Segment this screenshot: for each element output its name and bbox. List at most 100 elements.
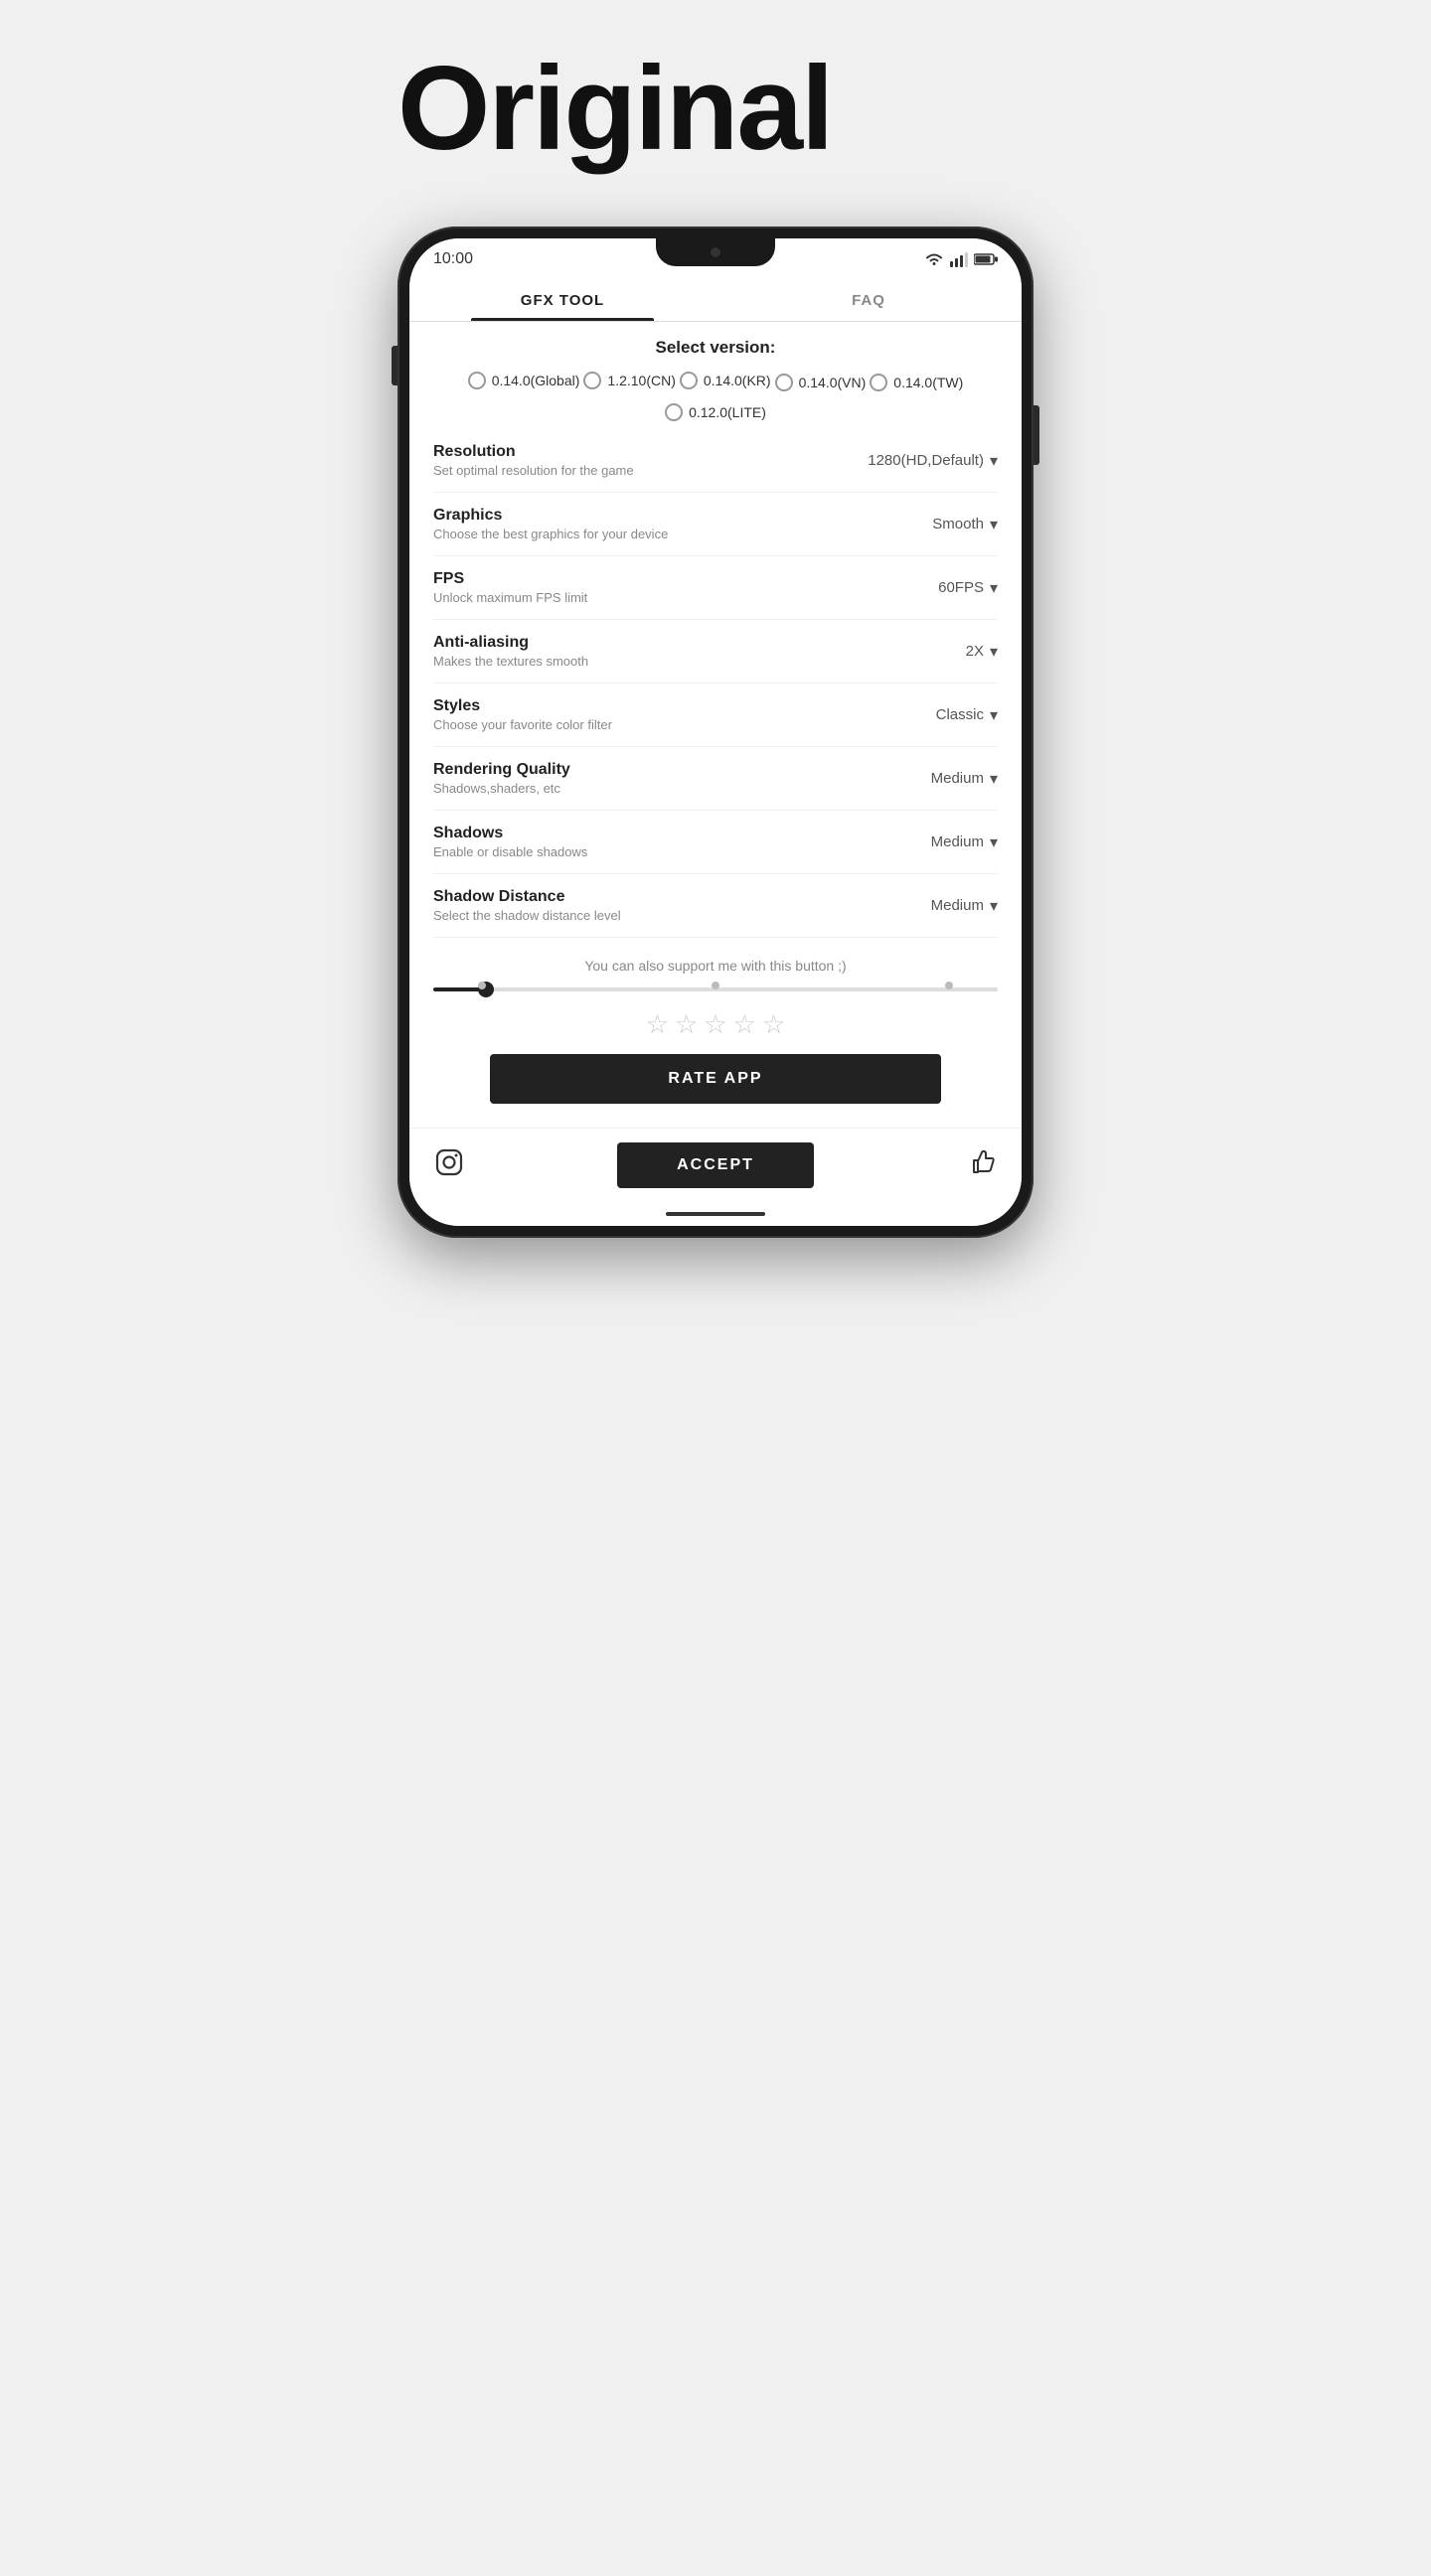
fps-dropdown[interactable]: 60FPS ▾ xyxy=(938,578,998,598)
star-rating[interactable]: ☆ ☆ ☆ ☆ ☆ xyxy=(433,1009,998,1040)
setting-label-shadows: Shadows xyxy=(433,825,931,842)
styles-value: Classic xyxy=(936,706,984,723)
phone-frame: 10:00 xyxy=(398,227,1034,1238)
setting-desc-shadow-distance: Select the shadow distance level xyxy=(433,908,931,923)
setting-label-styles: Styles xyxy=(433,697,936,715)
star-2[interactable]: ☆ xyxy=(675,1009,698,1040)
slider-dot-4 xyxy=(945,982,953,989)
bottom-bar: ACCEPT xyxy=(409,1128,1022,1202)
tab-gfx-tool[interactable]: GFX TOOL xyxy=(409,276,716,321)
shadow-distance-value: Medium xyxy=(931,897,984,914)
page-title: Original xyxy=(398,40,1034,177)
styles-dropdown[interactable]: Classic ▾ xyxy=(936,705,998,725)
version-label-vn: 0.14.0(VN) xyxy=(799,375,867,390)
radio-global[interactable] xyxy=(468,372,486,389)
camera-icon xyxy=(711,247,720,257)
support-section: You can also support me with this button… xyxy=(433,938,998,1128)
antialiasing-arrow-icon: ▾ xyxy=(990,642,998,662)
setting-desc-graphics: Choose the best graphics for your device xyxy=(433,527,932,541)
setting-label-rendering-quality: Rendering Quality xyxy=(433,761,931,779)
radio-lite[interactable] xyxy=(665,403,683,421)
antialiasing-value: 2X xyxy=(966,643,984,660)
version-option-global[interactable]: 0.14.0(Global) xyxy=(468,370,580,391)
status-time: 10:00 xyxy=(433,250,473,268)
signal-icon xyxy=(950,251,968,267)
radio-cn[interactable] xyxy=(583,372,601,389)
setting-antialiasing: Anti-aliasing Makes the textures smooth … xyxy=(433,620,998,683)
support-text: You can also support me with this button… xyxy=(433,958,998,974)
setting-desc-rendering-quality: Shadows,shaders, etc xyxy=(433,781,931,796)
slider-dot-2 xyxy=(478,982,486,989)
version-label-lite: 0.12.0(LITE) xyxy=(689,404,766,420)
graphics-arrow-icon: ▾ xyxy=(990,515,998,534)
rate-app-button[interactable]: RATE APP xyxy=(490,1054,941,1104)
wifi-icon xyxy=(924,251,944,267)
setting-label-graphics: Graphics xyxy=(433,507,932,525)
page-container: Original 10:00 xyxy=(398,0,1034,1238)
battery-icon xyxy=(974,252,998,266)
resolution-value: 1280(HD,Default) xyxy=(868,452,984,469)
setting-shadow-distance: Shadow Distance Select the shadow distan… xyxy=(433,874,998,938)
antialiasing-dropdown[interactable]: 2X ▾ xyxy=(966,642,998,662)
version-options: 0.14.0(Global) 1.2.10(CN) 0.14.0(KR) xyxy=(433,370,998,421)
shadow-distance-dropdown[interactable]: Medium ▾ xyxy=(931,896,998,916)
side-button-left xyxy=(392,346,398,385)
shadows-dropdown[interactable]: Medium ▾ xyxy=(931,833,998,852)
rendering-quality-arrow-icon: ▾ xyxy=(990,769,998,789)
setting-desc-antialiasing: Makes the textures smooth xyxy=(433,654,966,669)
support-slider[interactable] xyxy=(433,987,998,991)
version-label-tw: 0.14.0(TW) xyxy=(893,375,963,390)
version-option-lite[interactable]: 0.12.0(LITE) xyxy=(665,403,766,421)
version-option-vn[interactable]: 0.14.0(VN) xyxy=(775,374,867,391)
instagram-icon[interactable] xyxy=(433,1146,465,1185)
resolution-dropdown[interactable]: 1280(HD,Default) ▾ xyxy=(868,451,998,471)
radio-kr[interactable] xyxy=(680,372,698,389)
version-option-kr[interactable]: 0.14.0(KR) xyxy=(680,370,771,391)
star-1[interactable]: ☆ xyxy=(646,1009,669,1040)
fps-value: 60FPS xyxy=(938,579,984,596)
status-icons xyxy=(924,251,998,267)
graphics-dropdown[interactable]: Smooth ▾ xyxy=(932,515,998,534)
setting-desc-resolution: Set optimal resolution for the game xyxy=(433,463,868,478)
setting-rendering-quality: Rendering Quality Shadows,shaders, etc M… xyxy=(433,747,998,811)
graphics-value: Smooth xyxy=(932,516,984,532)
setting-desc-shadows: Enable or disable shadows xyxy=(433,844,931,859)
radio-tw[interactable] xyxy=(870,374,887,391)
resolution-arrow-icon: ▾ xyxy=(990,451,998,471)
setting-label-resolution: Resolution xyxy=(433,443,868,461)
phone-screen: 10:00 xyxy=(409,238,1022,1226)
main-content: Select version: 0.14.0(Global) 1.2.10(CN… xyxy=(409,322,1022,1128)
home-bar xyxy=(666,1212,765,1216)
home-indicator xyxy=(409,1202,1022,1226)
setting-resolution: Resolution Set optimal resolution for th… xyxy=(433,429,998,493)
select-version-title: Select version: xyxy=(433,338,998,358)
slider-dots xyxy=(433,984,998,989)
slider-dot-3 xyxy=(712,982,719,989)
side-button-right xyxy=(1034,405,1039,465)
version-option-tw[interactable]: 0.14.0(TW) xyxy=(870,374,963,391)
setting-desc-styles: Choose your favorite color filter xyxy=(433,717,936,732)
shadows-arrow-icon: ▾ xyxy=(990,833,998,852)
rendering-quality-value: Medium xyxy=(931,770,984,787)
tab-faq[interactable]: FAQ xyxy=(716,276,1022,321)
setting-styles: Styles Choose your favorite color filter… xyxy=(433,683,998,747)
setting-fps: FPS Unlock maximum FPS limit 60FPS ▾ xyxy=(433,556,998,620)
tab-bar: GFX TOOL FAQ xyxy=(409,276,1022,322)
version-option-cn[interactable]: 1.2.10(CN) xyxy=(583,370,675,391)
setting-shadows: Shadows Enable or disable shadows Medium… xyxy=(433,811,998,874)
star-4[interactable]: ☆ xyxy=(733,1009,756,1040)
version-label-kr: 0.14.0(KR) xyxy=(704,373,771,388)
accept-button[interactable]: ACCEPT xyxy=(617,1142,814,1188)
fps-arrow-icon: ▾ xyxy=(990,578,998,598)
star-3[interactable]: ☆ xyxy=(704,1009,726,1040)
thumbsup-icon[interactable] xyxy=(966,1146,998,1185)
shadow-distance-arrow-icon: ▾ xyxy=(990,896,998,916)
radio-vn[interactable] xyxy=(775,374,793,391)
rendering-quality-dropdown[interactable]: Medium ▾ xyxy=(931,769,998,789)
setting-label-antialiasing: Anti-aliasing xyxy=(433,634,966,652)
styles-arrow-icon: ▾ xyxy=(990,705,998,725)
version-label-global: 0.14.0(Global) xyxy=(492,373,580,388)
version-label-cn: 1.2.10(CN) xyxy=(607,373,675,388)
star-5[interactable]: ☆ xyxy=(762,1009,785,1040)
phone-notch xyxy=(656,238,775,266)
